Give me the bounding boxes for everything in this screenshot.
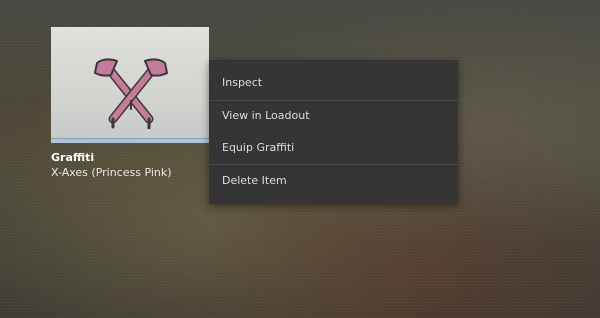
menu-item-equip-graffiti[interactable]: Equip Graffiti xyxy=(209,133,458,163)
crossed-axes-graffiti-icon xyxy=(94,58,168,129)
context-menu: Inspect View in Loadout Equip Graffiti D… xyxy=(209,60,458,204)
menu-item-view-in-loadout[interactable]: View in Loadout xyxy=(209,101,458,131)
item-thumbnail[interactable] xyxy=(51,27,209,143)
menu-separator xyxy=(209,164,458,165)
menu-item-delete-item[interactable]: Delete Item xyxy=(209,166,458,196)
item-type-label: Graffiti xyxy=(51,151,95,164)
rarity-bar xyxy=(51,139,209,143)
menu-item-inspect[interactable]: Inspect xyxy=(209,68,458,98)
inventory-item-card[interactable]: Graffiti X-Axes (Princess Pink) xyxy=(51,27,209,187)
item-name-label: X-Axes (Princess Pink) xyxy=(51,166,172,179)
